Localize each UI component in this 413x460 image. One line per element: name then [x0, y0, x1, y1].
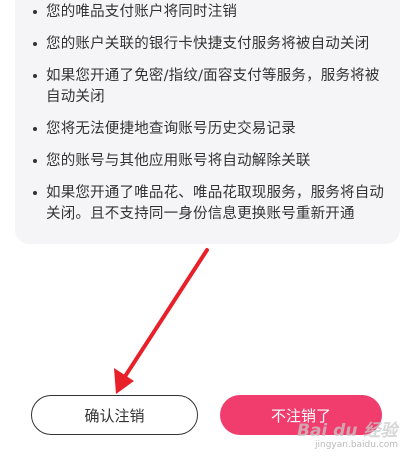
- notice-item-text: 如果您开通了免密/指纹/面容支付等服务，服务将被自动关闭: [46, 68, 380, 105]
- notice-item-text: 您将无法便捷地查询账号历史交易记录: [46, 121, 296, 137]
- deactivation-notice-card: 您的唯品支付账户将同时注销 您的账户关联的银行卡快捷支付服务将被自动关闭 如果您…: [15, 0, 400, 244]
- notice-item-text: 您的账号与其他应用账号将自动解除关联: [46, 153, 311, 169]
- notice-item-text: 您的账户关联的银行卡快捷支付服务将被自动关闭: [46, 36, 370, 52]
- notice-item: 如果您开通了免密/指纹/面容支付等服务，服务将被自动关闭: [33, 66, 390, 108]
- notice-list: 您的唯品支付账户将同时注销 您的账户关联的银行卡快捷支付服务将被自动关闭 如果您…: [15, 2, 400, 225]
- notice-item: 如果您开通了唯品花、唯品花取现服务，服务将自动关闭。且不支持同一身份信息更换账号…: [33, 183, 390, 225]
- notice-item: 您将无法便捷地查询账号历史交易记录: [33, 119, 390, 140]
- bullet-dot-icon: [33, 127, 37, 131]
- bullet-dot-icon: [33, 191, 37, 195]
- notice-item-text: 如果您开通了唯品花、唯品花取现服务，服务将自动关闭。且不支持同一身份信息更换账号…: [46, 185, 385, 222]
- notice-item: 您的账户关联的银行卡快捷支付服务将被自动关闭: [33, 34, 390, 55]
- bullet-dot-icon: [33, 10, 37, 14]
- notice-item: 您的唯品支付账户将同时注销: [33, 2, 390, 23]
- notice-item-text: 您的唯品支付账户将同时注销: [46, 4, 238, 20]
- bullet-dot-icon: [33, 42, 37, 46]
- watermark-url: jingyan.baidu.com: [315, 440, 399, 450]
- arrow-head: [114, 368, 134, 394]
- bullet-dot-icon: [33, 74, 37, 78]
- cancel-deactivate-button[interactable]: 不注销了: [220, 395, 382, 435]
- bullet-dot-icon: [33, 159, 37, 163]
- confirm-deactivate-button[interactable]: 确认注销: [31, 395, 198, 435]
- notice-item: 您的账号与其他应用账号将自动解除关联: [33, 151, 390, 172]
- arrow-shaft: [122, 248, 209, 380]
